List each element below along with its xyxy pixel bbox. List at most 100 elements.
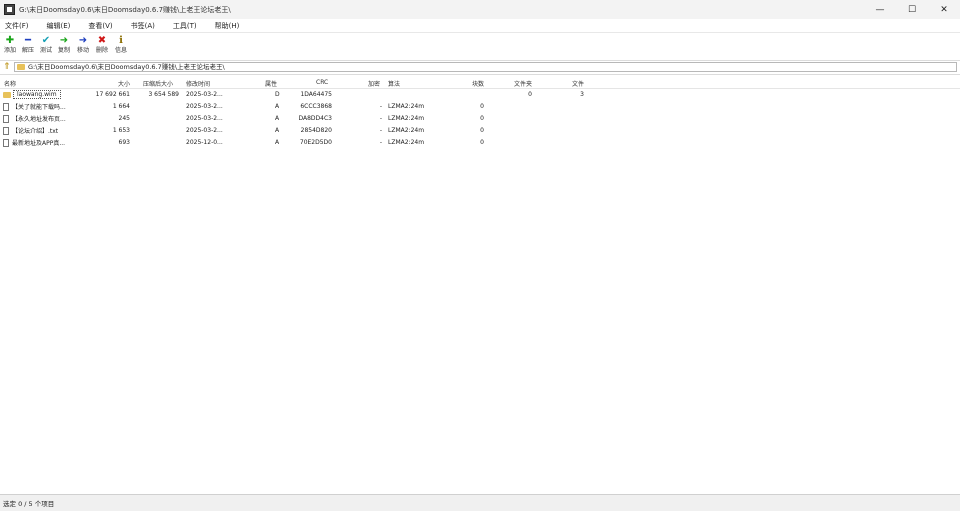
col-blocks[interactable]: 块数 [460, 79, 484, 88]
folder-icon [17, 64, 25, 70]
col-attributes[interactable]: 属性 [265, 79, 277, 88]
file-blocks: 0 [480, 115, 484, 122]
up-folder-icon[interactable]: ⇑ [3, 62, 12, 72]
file-name-cell: 【永久地址发布页... [3, 114, 66, 123]
copy-button[interactable]: ➜ 复制 [55, 35, 73, 57]
address-bar: ⇑ G:\末日Doomsday0.6\末日Doomsday0.6.7赚钱\上老王… [0, 60, 960, 75]
file-name-cell: laowang.wim [3, 90, 61, 99]
title-bar: G:\末日Doomsday0.6\末日Doomsday0.6.7赚钱\上老王论坛… [0, 0, 960, 19]
col-modified[interactable]: 修改时间 [186, 79, 210, 88]
file-size: 245 [118, 115, 130, 122]
file-size: 1 653 [112, 127, 130, 134]
delete-x-icon: ✖ [97, 35, 107, 46]
arrow-right-icon: ➜ [59, 35, 69, 46]
check-icon: ✔ [41, 35, 51, 46]
app-icon [4, 4, 15, 15]
copy-label: 复制 [57, 47, 70, 54]
file-name-cell: 【论坛介绍】.txt [3, 126, 58, 135]
file-crc: 6CCC3868 [300, 103, 332, 110]
info-button[interactable]: ℹ 信息 [112, 35, 130, 57]
col-crc[interactable]: CRC [316, 79, 328, 86]
file-size: 1 664 [112, 103, 130, 110]
path-text: G:\末日Doomsday0.6\末日Doomsday0.6.7赚钱\上老王论坛… [28, 63, 225, 71]
file-size: 693 [118, 139, 130, 146]
col-size[interactable]: 大小 [100, 79, 130, 88]
file-files: 3 [580, 91, 584, 98]
file-modified: 2025-03-2... [186, 115, 223, 122]
table-row[interactable]: laowang.wim 17 692 661 3 654 589 2025-03… [0, 89, 960, 100]
table-row[interactable]: 【关了就能下载吗... 1 664 2025-03-2... A 6CCC386… [0, 101, 960, 112]
window-controls: — ☐ ✕ [864, 0, 960, 19]
menu-file[interactable]: 文件(F) [0, 21, 34, 31]
text-file-icon [3, 114, 9, 123]
col-encrypted[interactable]: 加密 [368, 79, 380, 88]
file-name: 【论坛介绍】.txt [12, 128, 59, 135]
file-blocks: 0 [480, 103, 484, 110]
file-encrypted: - [379, 127, 382, 134]
arrow-right-blue-icon: ➜ [78, 35, 88, 46]
col-method[interactable]: 算法 [388, 79, 400, 88]
selection-status: 选定 0 / 5 个项目 [3, 500, 55, 508]
info-icon: ℹ [119, 35, 123, 46]
col-packed-size[interactable]: 压缩后大小 [143, 79, 173, 88]
menu-view[interactable]: 查看(V) [83, 21, 117, 31]
close-button[interactable]: ✕ [928, 0, 960, 19]
menu-help[interactable]: 帮助(H) [210, 21, 245, 31]
add-button[interactable]: ✚ 添加 [1, 35, 19, 57]
file-name: 最新地址及APP真... [12, 140, 66, 147]
window-title: G:\末日Doomsday0.6\末日Doomsday0.6.7赚钱\上老王论坛… [19, 5, 231, 14]
test-label: 测试 [39, 47, 52, 54]
extract-button[interactable]: ━ 解压 [19, 35, 37, 57]
minimize-button[interactable]: — [864, 0, 896, 19]
file-encrypted: - [379, 115, 382, 122]
file-crc: 70E2D5D0 [299, 139, 332, 146]
path-input[interactable]: G:\末日Doomsday0.6\末日Doomsday0.6.7赚钱\上老王论坛… [14, 62, 957, 72]
file-modified: 2025-03-2... [186, 91, 223, 98]
file-method: LZMA2:24m [388, 103, 425, 110]
test-button[interactable]: ✔ 测试 [37, 35, 55, 57]
file-crc: 1DA64475 [300, 91, 332, 98]
file-attributes: A [275, 127, 280, 134]
table-row[interactable]: 【永久地址发布页... 245 2025-03-2... A DA8DD4C3 … [0, 113, 960, 124]
file-encrypted: - [379, 139, 382, 146]
file-method: LZMA2:24m [388, 127, 425, 134]
file-blocks: 0 [480, 127, 484, 134]
info-label: 信息 [114, 47, 127, 54]
file-modified: 2025-12-0... [186, 139, 223, 146]
menu-bar: 文件(F) 编辑(E) 查看(V) 书签(A) 工具(T) 帮助(H) [0, 19, 960, 32]
menu-edit[interactable]: 编辑(E) [42, 21, 76, 31]
file-name: 【关了就能下载吗... [12, 104, 66, 111]
folder-icon [3, 91, 11, 98]
text-file-icon [3, 102, 9, 111]
delete-label: 删除 [95, 47, 108, 54]
file-modified: 2025-03-2... [186, 127, 223, 134]
file-attributes: A [275, 139, 280, 146]
maximize-button[interactable]: ☐ [896, 0, 928, 19]
table-row[interactable]: 【论坛介绍】.txt 1 653 2025-03-2... A 2854D820… [0, 125, 960, 136]
column-header-row: 名称 大小 压缩后大小 修改时间 属性 CRC 加密 算法 块数 文件夹 文件 [0, 77, 960, 89]
col-files[interactable]: 文件 [560, 79, 584, 88]
move-button[interactable]: ➜ 移动 [74, 35, 92, 57]
table-row[interactable]: 最新地址及APP真... 693 2025-12-0... A 70E2D5D0… [0, 137, 960, 148]
file-folders: 0 [528, 91, 532, 98]
menu-tools[interactable]: 工具(T) [168, 21, 202, 31]
file-method: LZMA2:24m [388, 115, 425, 122]
file-packed-size: 3 654 589 [148, 91, 179, 98]
minus-icon: ━ [24, 35, 32, 46]
add-label: 添加 [3, 47, 16, 54]
file-blocks: 0 [480, 139, 484, 146]
extract-label: 解压 [21, 47, 34, 54]
file-modified: 2025-03-2... [186, 103, 223, 110]
text-file-icon [3, 126, 9, 135]
file-method: LZMA2:24m [388, 139, 425, 146]
col-folders[interactable]: 文件夹 [502, 79, 532, 88]
menu-bookmarks[interactable]: 书签(A) [126, 21, 160, 31]
toolbar: ✚ 添加 ━ 解压 ✔ 测试 ➜ 复制 ➜ 移动 ✖ 删除 ℹ 信息 [0, 32, 960, 58]
file-name-cell: 最新地址及APP真... [3, 138, 65, 147]
delete-button[interactable]: ✖ 删除 [93, 35, 111, 57]
file-attributes: D [275, 91, 280, 98]
status-bar: 选定 0 / 5 个项目 [0, 494, 960, 511]
col-name[interactable]: 名称 [4, 79, 16, 88]
file-crc: 2854D820 [300, 127, 332, 134]
plus-icon: ✚ [5, 35, 15, 46]
